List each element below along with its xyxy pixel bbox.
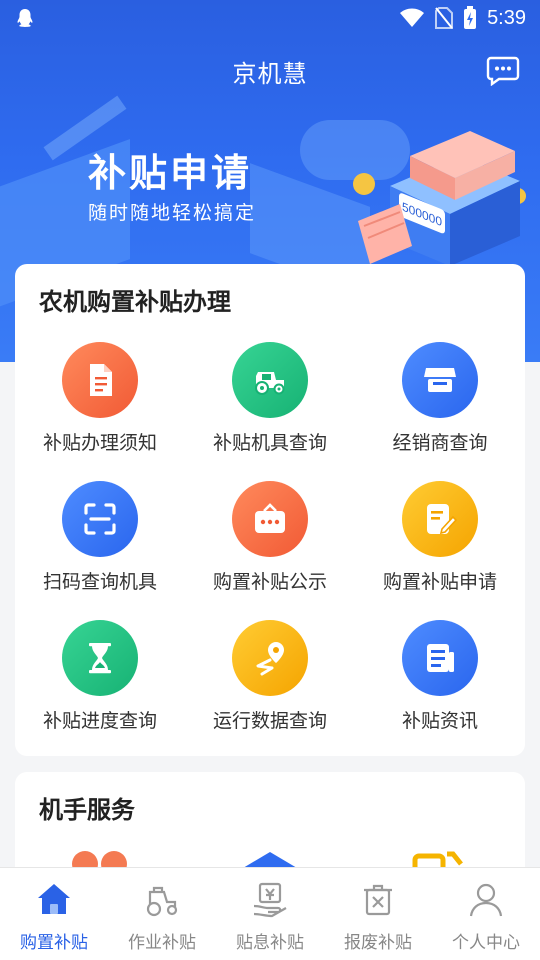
service-dealer-query[interactable]: 经销商查询 — [355, 342, 525, 455]
service-subsidy-notice[interactable]: 购置补贴公示 — [185, 481, 355, 594]
edit-form-icon — [402, 481, 478, 557]
driver-card-title: 机手服务 — [39, 796, 135, 824]
tractor-outline-icon — [146, 886, 178, 917]
store-icon — [402, 342, 478, 418]
service-label: 购置补贴申请 — [382, 571, 497, 593]
subsidy-services-card: 农机购置补贴办理 补贴办理须知 补贴机具查询 经销商查询 扫码查询机具 购置补贴… — [15, 264, 525, 756]
subsidy-services-grid: 补贴办理须知 补贴机具查询 经销商查询 扫码查询机具 购置补贴公示 购置补贴申请… — [15, 342, 525, 733]
notice-board-icon — [232, 481, 308, 557]
promo-banner[interactable]: 补贴申请 随时随地轻松搞定 500000 — [0, 118, 540, 268]
tab-scrap-subsidy[interactable]: 报废补贴 — [324, 868, 432, 960]
app-header: 京机慧 — [0, 36, 540, 106]
tab-interest-subsidy[interactable]: 贴息补贴 — [216, 868, 324, 960]
qq-notification-icon — [17, 9, 33, 28]
tab-label: 个人中心 — [452, 933, 520, 953]
tab-personal-center[interactable]: 个人中心 — [432, 868, 540, 960]
hourglass-icon — [62, 620, 138, 696]
service-label: 购置补贴公示 — [212, 571, 327, 593]
money-machine-illustration: 500000 — [353, 131, 526, 266]
service-scan-machine[interactable]: 扫码查询机具 — [15, 481, 185, 594]
service-label: 补贴机具查询 — [212, 432, 327, 454]
message-icon[interactable] — [486, 56, 520, 86]
service-label: 运行数据查询 — [212, 710, 327, 732]
service-label: 扫码查询机具 — [42, 571, 157, 593]
location-route-icon — [232, 620, 308, 696]
banner-title: 补贴申请 — [88, 151, 253, 195]
service-subsidy-guide[interactable]: 补贴办理须知 — [15, 342, 185, 455]
service-label: 补贴进度查询 — [42, 710, 157, 732]
bottom-tab-bar: 购置补贴 作业补贴 贴息补贴 报废补贴 个人中心 — [0, 867, 540, 960]
tab-label: 作业补贴 — [128, 933, 196, 953]
document-icon — [62, 342, 138, 418]
service-subsidy-apply[interactable]: 购置补贴申请 — [355, 481, 525, 594]
app-screen: 5:39 京机慧 补贴申请 随时随地轻松搞定 500000 农机购置补贴办理 补… — [0, 0, 540, 960]
service-label: 补贴资讯 — [401, 710, 478, 732]
tab-label: 购置补贴 — [20, 933, 88, 953]
tab-operation-subsidy[interactable]: 作业补贴 — [108, 868, 216, 960]
battery-charging-icon — [464, 6, 477, 29]
person-icon — [469, 883, 503, 917]
news-icon — [402, 620, 478, 696]
scrap-bin-icon — [364, 884, 392, 916]
yuan-hand-icon — [253, 882, 287, 918]
home-icon — [38, 884, 70, 914]
service-subsidy-news[interactable]: 补贴资讯 — [355, 620, 525, 733]
tab-purchase-subsidy[interactable]: 购置补贴 — [0, 868, 108, 960]
tractor-icon — [232, 342, 308, 418]
driver-services-card: 机手服务 — [15, 772, 525, 882]
scan-icon — [62, 481, 138, 557]
status-bar: 5:39 — [0, 0, 540, 36]
service-operation-data[interactable]: 运行数据查询 — [185, 620, 355, 733]
page-title: 京机慧 — [232, 59, 308, 88]
service-label: 经销商查询 — [392, 432, 488, 454]
service-progress-query[interactable]: 补贴进度查询 — [15, 620, 185, 733]
banner-subtitle: 随时随地轻松搞定 — [88, 202, 257, 224]
wifi-icon — [400, 8, 425, 27]
service-machine-query[interactable]: 补贴机具查询 — [185, 342, 355, 455]
tab-label: 贴息补贴 — [236, 933, 304, 953]
status-time: 5:39 — [487, 6, 526, 29]
tab-label: 报废补贴 — [344, 933, 412, 953]
no-sim-icon — [435, 7, 454, 29]
subsidy-card-title: 农机购置补贴办理 — [39, 288, 231, 316]
service-label: 补贴办理须知 — [42, 432, 157, 454]
